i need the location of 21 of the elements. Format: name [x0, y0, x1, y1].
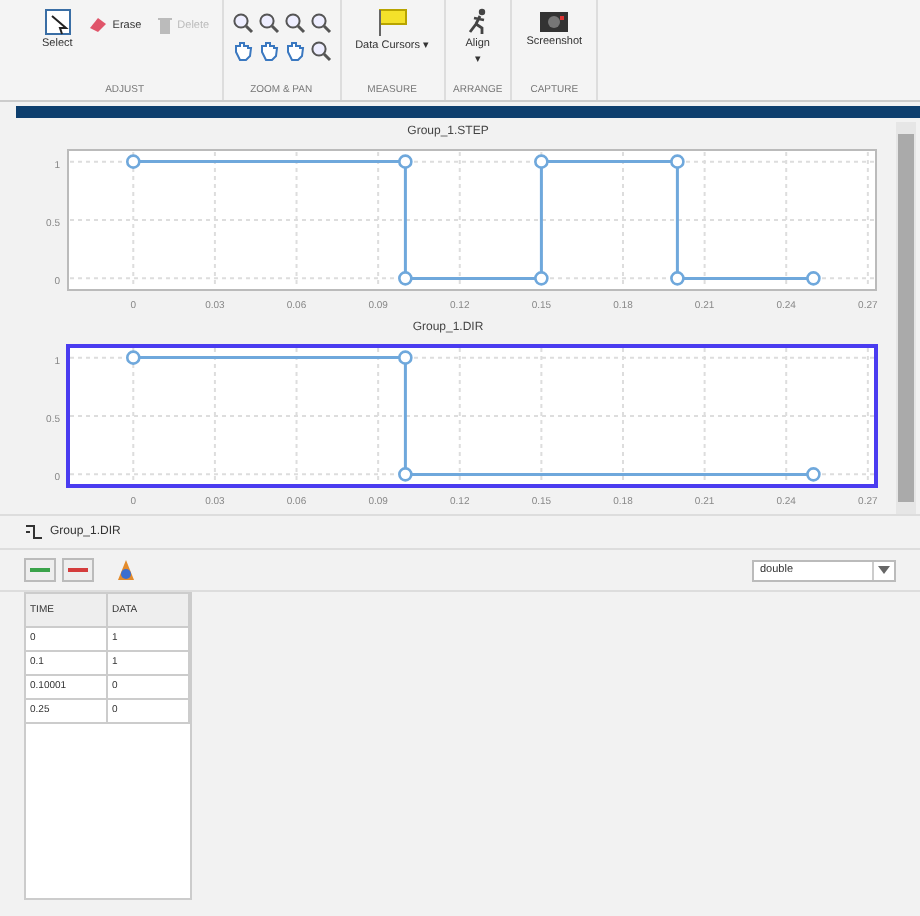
pan-hand-icon[interactable] [283, 40, 306, 62]
zoom-icon[interactable] [283, 12, 306, 34]
delete-row-button[interactable] [62, 558, 94, 582]
data-cursor-icon [376, 8, 409, 36]
zoom-icon[interactable] [231, 12, 254, 34]
signal-line[interactable] [126, 350, 821, 482]
scroll-bar[interactable] [896, 122, 916, 514]
signal-line[interactable] [126, 154, 821, 286]
caret-icon [878, 566, 890, 574]
zoom-icon[interactable] [257, 12, 280, 34]
signal-icon [24, 524, 44, 540]
insert-row-button[interactable] [24, 558, 56, 582]
pan-hand-icon[interactable] [231, 40, 254, 62]
eraser-icon [88, 16, 109, 34]
trash-icon [155, 16, 174, 34]
camera-icon [538, 8, 571, 34]
zoom-icon[interactable] [309, 12, 332, 34]
pan-hand-icon[interactable] [257, 40, 280, 62]
paint-icon[interactable] [112, 556, 140, 584]
zoom-icon[interactable] [309, 40, 332, 62]
cursor-select-icon [43, 8, 72, 36]
